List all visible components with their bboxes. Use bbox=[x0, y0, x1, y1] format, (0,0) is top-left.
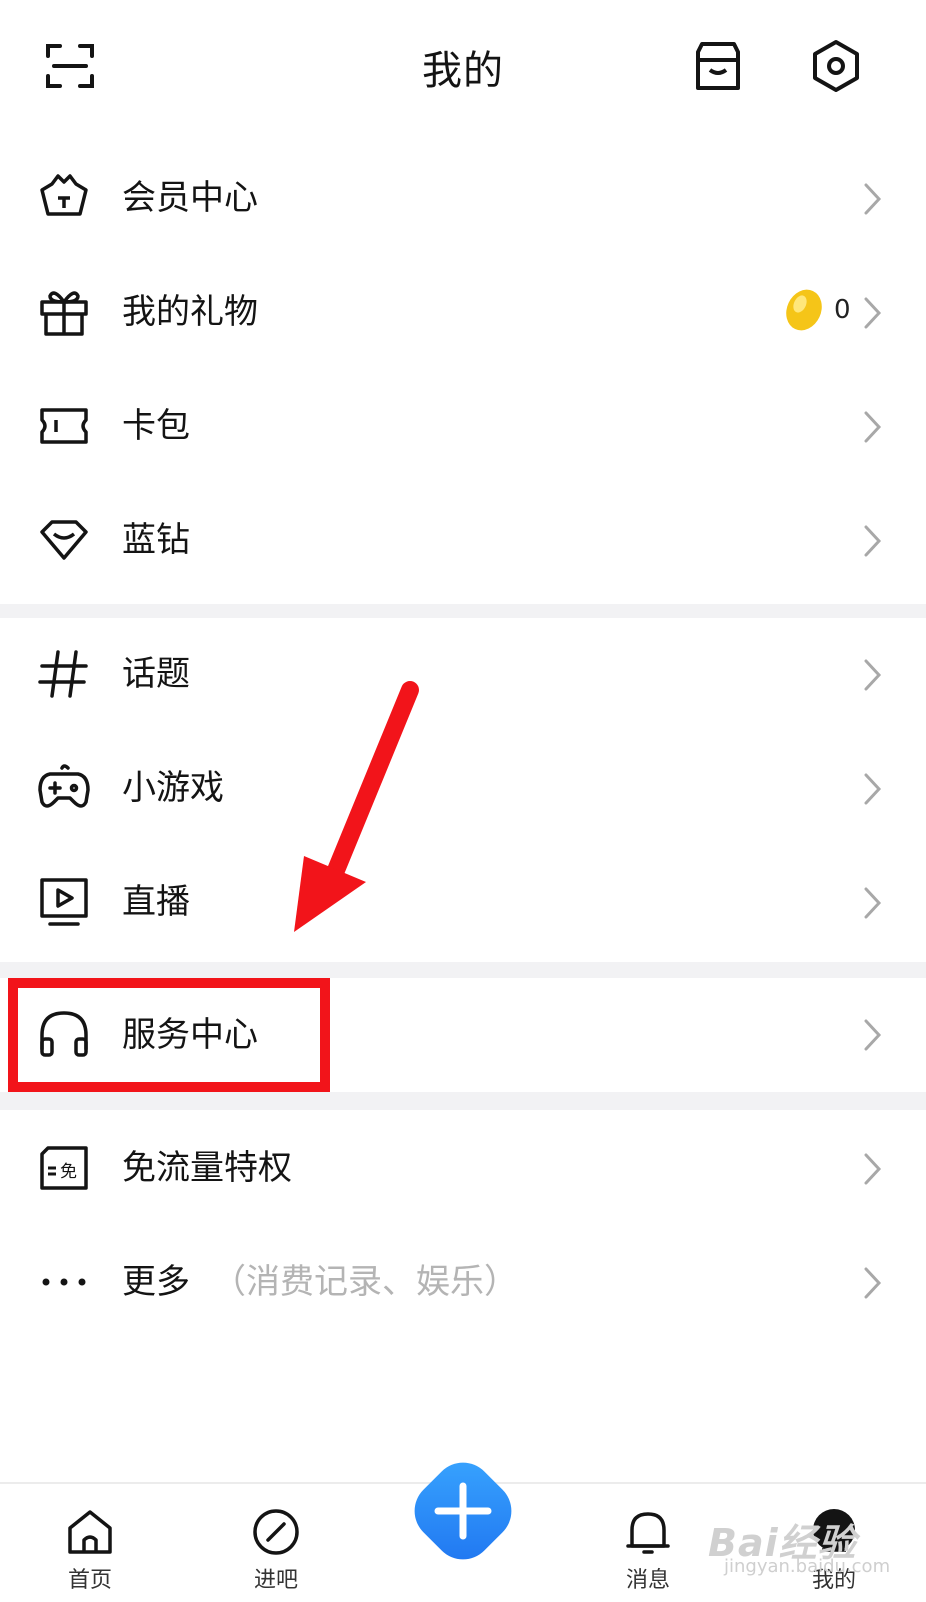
crown-icon bbox=[36, 170, 92, 226]
menu-item-label: 更多 （消费记录、娱乐） bbox=[122, 1262, 518, 1302]
live-tv-icon bbox=[36, 874, 92, 930]
tab-home[interactable]: 首页 bbox=[30, 1506, 150, 1602]
hashtag-icon bbox=[36, 646, 92, 702]
free-data-icon: 免 bbox=[36, 1140, 92, 1196]
chevron-right-icon bbox=[862, 1015, 884, 1055]
tab-forum[interactable]: 进吧 bbox=[216, 1506, 336, 1602]
menu-item-label: 卡包 bbox=[122, 406, 190, 446]
bean-icon bbox=[782, 286, 826, 334]
menu-item-vip-center[interactable]: 会员中心 bbox=[0, 142, 926, 256]
chevron-right-icon bbox=[862, 1149, 884, 1189]
chevron-right-icon bbox=[862, 179, 884, 219]
chevron-right-icon bbox=[862, 521, 884, 561]
menu-item-label: 会员中心 bbox=[122, 178, 258, 218]
menu-item-sublabel: （消费记录、娱乐） bbox=[212, 1262, 518, 1302]
diamond-icon bbox=[36, 512, 92, 568]
settings-icon[interactable] bbox=[806, 36, 866, 96]
tab-label: 首页 bbox=[67, 1568, 112, 1593]
menu-item-topics[interactable]: 话题 bbox=[0, 618, 926, 732]
highlight-box bbox=[8, 978, 330, 1092]
chevron-right-icon bbox=[862, 1263, 884, 1303]
menu-item-label-main: 更多 bbox=[122, 1262, 190, 1302]
menu-item-my-gifts[interactable]: 我的礼物 0 bbox=[0, 256, 926, 370]
store-icon[interactable] bbox=[688, 36, 748, 96]
menu-item-label: 小游戏 bbox=[122, 768, 224, 808]
menu-item-blue-diamond[interactable]: 蓝钻 bbox=[0, 484, 926, 598]
gift-count: 0 bbox=[834, 295, 851, 325]
chevron-right-icon bbox=[862, 655, 884, 695]
annotation-arrow-icon bbox=[294, 681, 419, 932]
top-bar: 我的 bbox=[0, 0, 926, 132]
menu-item-live[interactable]: 直播 bbox=[0, 846, 926, 960]
chevron-right-icon bbox=[862, 407, 884, 447]
watermark-url: jingyan.baidu.com bbox=[724, 1556, 891, 1577]
home-icon bbox=[68, 1510, 112, 1554]
menu-item-label: 免流量特权 bbox=[122, 1148, 292, 1188]
ticket-icon bbox=[36, 398, 92, 454]
chevron-right-icon bbox=[862, 293, 884, 333]
menu-item-label: 直播 bbox=[122, 882, 190, 922]
page-title: 我的 bbox=[422, 48, 504, 94]
chevron-right-icon bbox=[862, 883, 884, 923]
section-separator bbox=[0, 962, 926, 978]
compass-icon bbox=[253, 1509, 299, 1555]
bell-icon bbox=[626, 1512, 670, 1554]
section-separator bbox=[0, 604, 926, 618]
gift-icon bbox=[36, 284, 92, 340]
tab-label: 消息 bbox=[625, 1568, 670, 1593]
chevron-right-icon bbox=[862, 769, 884, 809]
menu-item-label: 蓝钻 bbox=[122, 520, 190, 560]
menu-item-mini-games[interactable]: 小游戏 bbox=[0, 732, 926, 846]
section-separator bbox=[0, 1092, 926, 1110]
menu-item-label: 话题 bbox=[122, 654, 190, 694]
menu-item-label: 我的礼物 bbox=[122, 292, 258, 332]
post-fab-button[interactable] bbox=[400, 1448, 526, 1574]
menu-item-card-wallet[interactable]: 卡包 bbox=[0, 370, 926, 484]
tab-label: 进吧 bbox=[253, 1568, 298, 1593]
menu-item-free-data[interactable]: 免 免流量特权 bbox=[0, 1112, 926, 1226]
gamepad-icon bbox=[36, 760, 92, 816]
menu-item-more[interactable]: 更多 （消费记录、娱乐） bbox=[0, 1226, 926, 1340]
more-dots-icon bbox=[36, 1254, 92, 1310]
svg-text:免: 免 bbox=[60, 1162, 77, 1182]
tab-messages[interactable]: 消息 bbox=[588, 1506, 708, 1602]
